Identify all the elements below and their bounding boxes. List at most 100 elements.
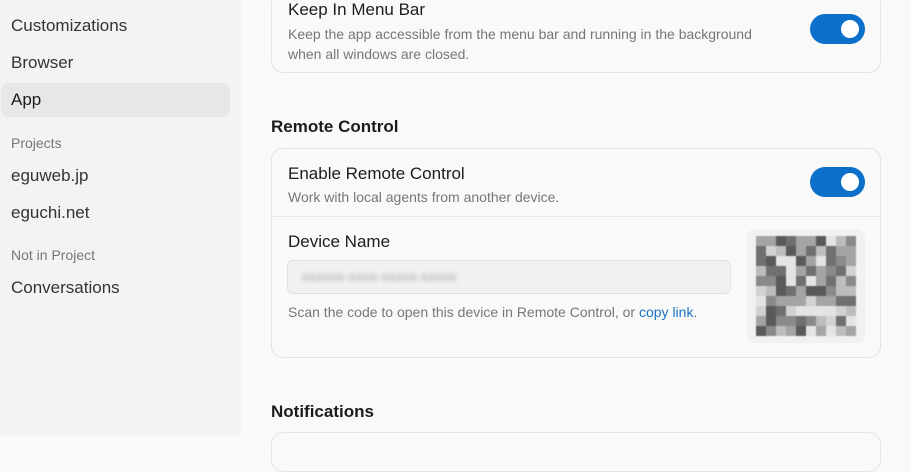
qr-cell (846, 326, 856, 336)
qr-cell (846, 296, 856, 306)
qr-cell (816, 296, 826, 306)
sidebar-item-eguchi[interactable]: eguchi.net (1, 196, 230, 230)
qr-cell (836, 266, 846, 276)
qr-cell (776, 286, 786, 296)
qr-cell (776, 266, 786, 276)
qr-cell (796, 266, 806, 276)
divider (272, 216, 880, 217)
qr-cell (786, 306, 796, 316)
sidebar-item-conversations[interactable]: Conversations (1, 271, 230, 305)
qr-cell (786, 266, 796, 276)
scan-code-description-end: . (693, 304, 698, 320)
qr-cell (796, 246, 806, 256)
qr-cell (826, 256, 836, 266)
remote-control-heading: Remote Control (271, 117, 399, 136)
qr-cell (756, 296, 766, 306)
remote-control-card: Enable Remote Control Work with local ag… (271, 148, 881, 358)
qr-cell (766, 296, 776, 306)
qr-cell (816, 246, 826, 256)
qr-cell (786, 326, 796, 336)
qr-cell (786, 286, 796, 296)
qr-cell (816, 256, 826, 266)
sidebar-item-label: eguweb.jp (11, 166, 89, 185)
sidebar-item-browser[interactable]: Browser (1, 46, 230, 80)
qr-cell (846, 256, 856, 266)
qr-cell (786, 256, 796, 266)
qr-cell (846, 276, 856, 286)
qr-cell (846, 246, 856, 256)
qr-cell (766, 316, 776, 326)
qr-cell (786, 276, 796, 286)
enable-remote-control-toggle[interactable] (810, 167, 865, 197)
qr-cell (836, 326, 846, 336)
qr-cell (796, 296, 806, 306)
qr-cell (816, 276, 826, 286)
qr-cell (756, 326, 766, 336)
qr-cell (796, 286, 806, 296)
qr-cell (816, 326, 826, 336)
sidebar-item-label: Customizations (11, 16, 128, 35)
qr-cell (846, 266, 856, 276)
qr-cell (776, 316, 786, 326)
qr-cell (786, 296, 796, 306)
qr-cell (826, 266, 836, 276)
qr-cell (826, 236, 836, 246)
qr-cell (756, 236, 766, 246)
qr-cell (836, 246, 846, 256)
qr-cell (786, 236, 796, 246)
qr-cell (756, 306, 766, 316)
sidebar-item-app[interactable]: App (1, 83, 230, 117)
qr-cell (846, 316, 856, 326)
qr-cell (756, 266, 766, 276)
copy-link[interactable]: copy link (639, 304, 693, 320)
qr-cell (776, 246, 786, 256)
device-name-field[interactable]: xxxxxx-xxxx-xxxxx-xxxxx (287, 260, 731, 294)
settings-main: Keep In Menu Bar Keep the app accessible… (241, 0, 911, 472)
keep-in-menu-bar-description-line2: when all windows are closed. (288, 46, 470, 62)
qr-cell (846, 236, 856, 246)
qr-cell (816, 306, 826, 316)
toggle-knob (841, 173, 859, 191)
enable-remote-control-description: Work with local agents from another devi… (288, 189, 560, 205)
qr-cell (776, 276, 786, 286)
qr-cell (836, 276, 846, 286)
qr-cell (826, 276, 836, 286)
qr-cell (816, 236, 826, 246)
qr-cell (826, 306, 836, 316)
qr-cell (846, 286, 856, 296)
qr-cell (836, 316, 846, 326)
keep-in-menu-bar-toggle[interactable] (810, 14, 865, 44)
qr-cell (776, 306, 786, 316)
qr-cell (806, 326, 816, 336)
qr-cell (796, 276, 806, 286)
qr-cell (776, 256, 786, 266)
qr-cell (766, 246, 776, 256)
qr-cell (766, 236, 776, 246)
qr-cell (796, 326, 806, 336)
sidebar-item-label: Browser (11, 53, 74, 72)
sidebar-item-customizations[interactable]: Customizations (1, 9, 230, 43)
qr-cell (756, 276, 766, 286)
qr-cell (806, 246, 816, 256)
scan-code-description: Scan the code to open this device in Rem… (288, 304, 639, 320)
qr-cell (806, 306, 816, 316)
keep-in-menu-bar-title: Keep In Menu Bar (288, 0, 426, 19)
qr-cell (826, 326, 836, 336)
toggle-knob (841, 20, 859, 38)
qr-code (747, 229, 865, 343)
qr-cell (806, 266, 816, 276)
qr-cell (766, 286, 776, 296)
sidebar-item-label: Conversations (11, 278, 120, 297)
device-name-value: xxxxxx-xxxx-xxxxx-xxxxx (302, 269, 457, 284)
qr-cell (776, 296, 786, 306)
qr-cell (826, 286, 836, 296)
qr-cell (786, 246, 796, 256)
qr-cell (766, 276, 776, 286)
qr-cell (816, 286, 826, 296)
sidebar-section-not-in-project: Not in Project (11, 247, 96, 263)
qr-cell (816, 316, 826, 326)
qr-cell (786, 316, 796, 326)
qr-cell (796, 316, 806, 326)
sidebar-item-eguweb[interactable]: eguweb.jp (1, 159, 230, 193)
sidebar: Customizations Browser App Projects eguw… (0, 0, 241, 436)
